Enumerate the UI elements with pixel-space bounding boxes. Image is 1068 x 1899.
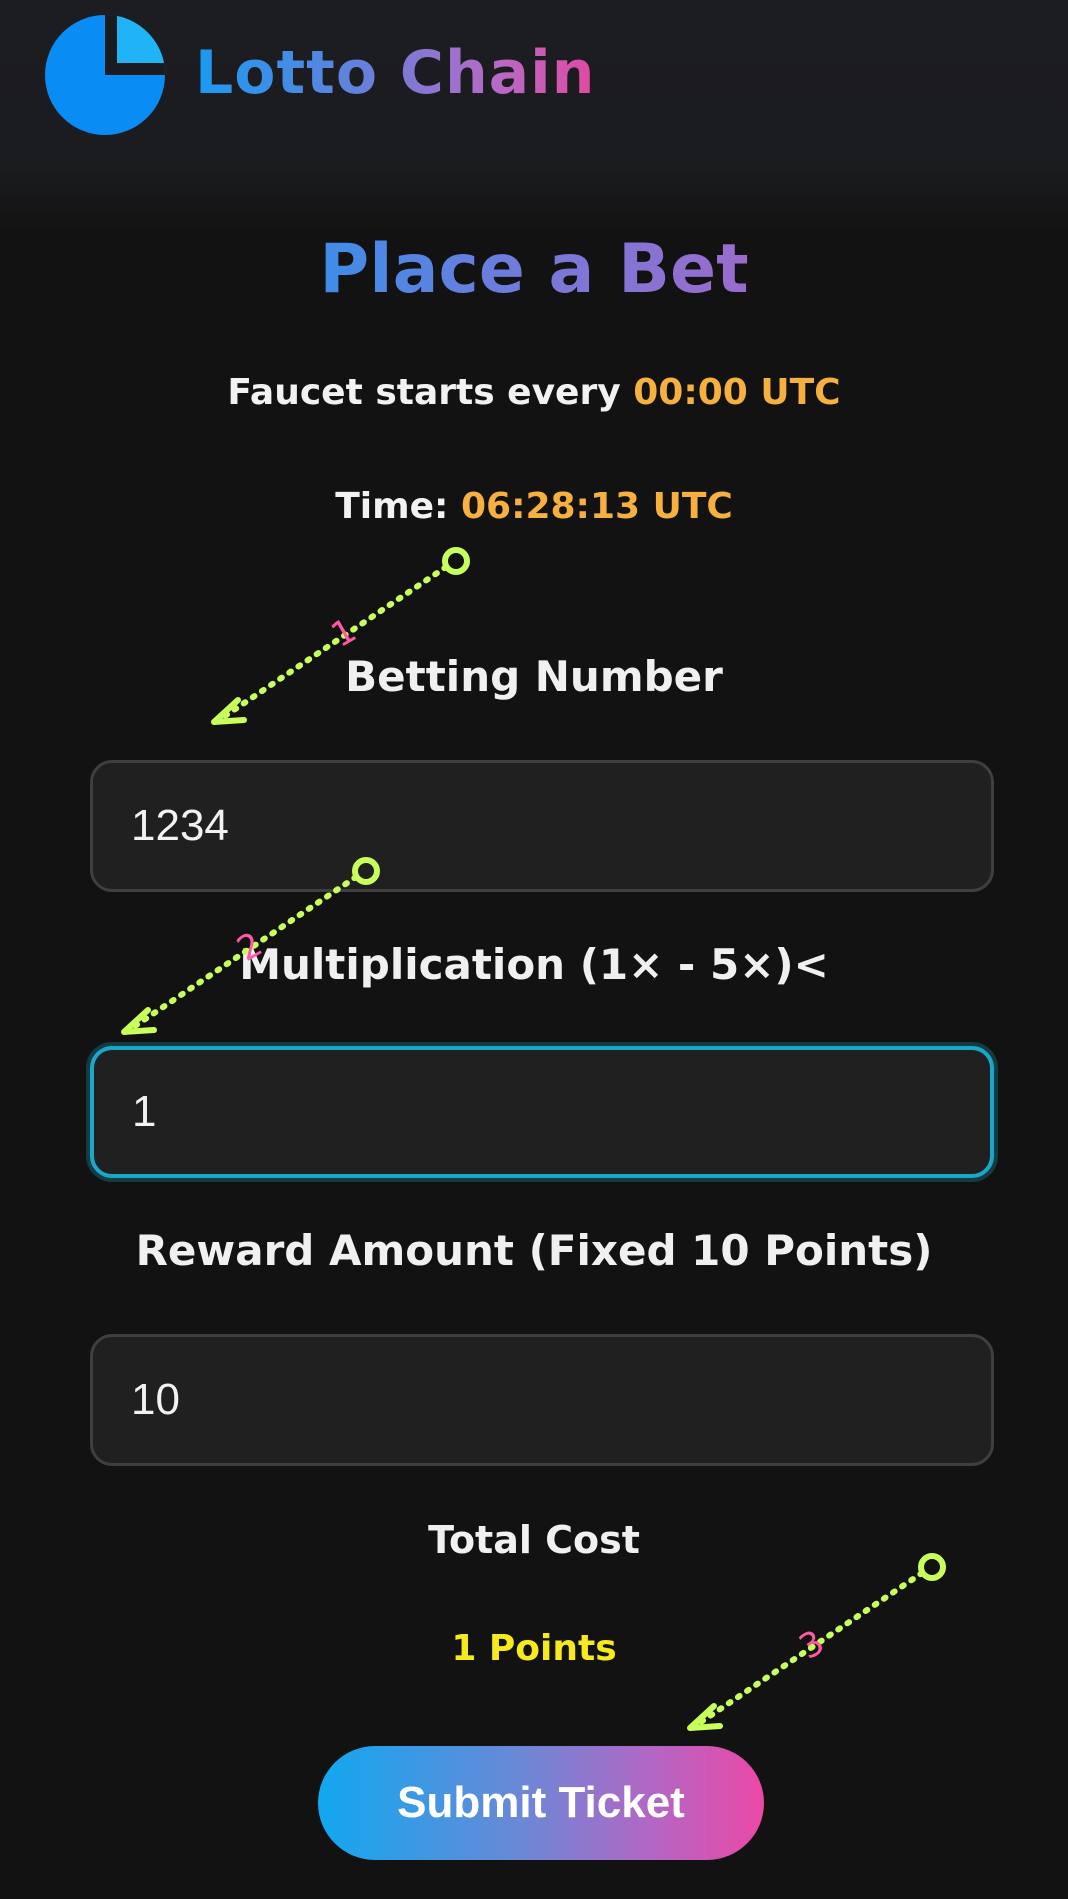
time-prefix: Time: bbox=[335, 486, 461, 527]
faucet-prefix: Faucet starts every bbox=[227, 372, 634, 413]
brand-name[interactable]: Lotto Chain bbox=[195, 38, 595, 108]
page-title: Place a Bet bbox=[0, 230, 1068, 309]
current-time: Time: 06:28:13 UTC bbox=[0, 486, 1068, 527]
total-cost-value: 1 Points bbox=[451, 1628, 617, 1669]
faucet-info: Faucet starts every 00:00 UTC bbox=[0, 372, 1068, 413]
total-cost-label: Total Cost bbox=[428, 1518, 640, 1562]
faucet-time: 00:00 UTC bbox=[633, 372, 841, 413]
time-value: 06:28:13 UTC bbox=[460, 486, 733, 527]
annotation-number-1: 1 bbox=[325, 610, 364, 655]
app-header: Lotto Chain bbox=[0, 0, 1068, 230]
page: Lotto Chain Place a Bet Faucet starts ev… bbox=[0, 0, 1068, 1899]
multiplication-label: Multiplication (1× - 5×)< bbox=[239, 940, 829, 989]
page-title-text: Place a Bet bbox=[319, 230, 749, 309]
reward-amount-label: Reward Amount (Fixed 10 Points) bbox=[135, 1226, 933, 1275]
pie-chart-logo-icon[interactable] bbox=[45, 15, 165, 135]
submit-ticket-button[interactable]: Submit Ticket bbox=[318, 1746, 764, 1860]
reward-amount-input[interactable] bbox=[90, 1334, 994, 1466]
multiplication-input[interactable] bbox=[90, 1046, 994, 1178]
betting-number-label: Betting Number bbox=[345, 652, 723, 701]
betting-number-input[interactable] bbox=[90, 760, 994, 892]
